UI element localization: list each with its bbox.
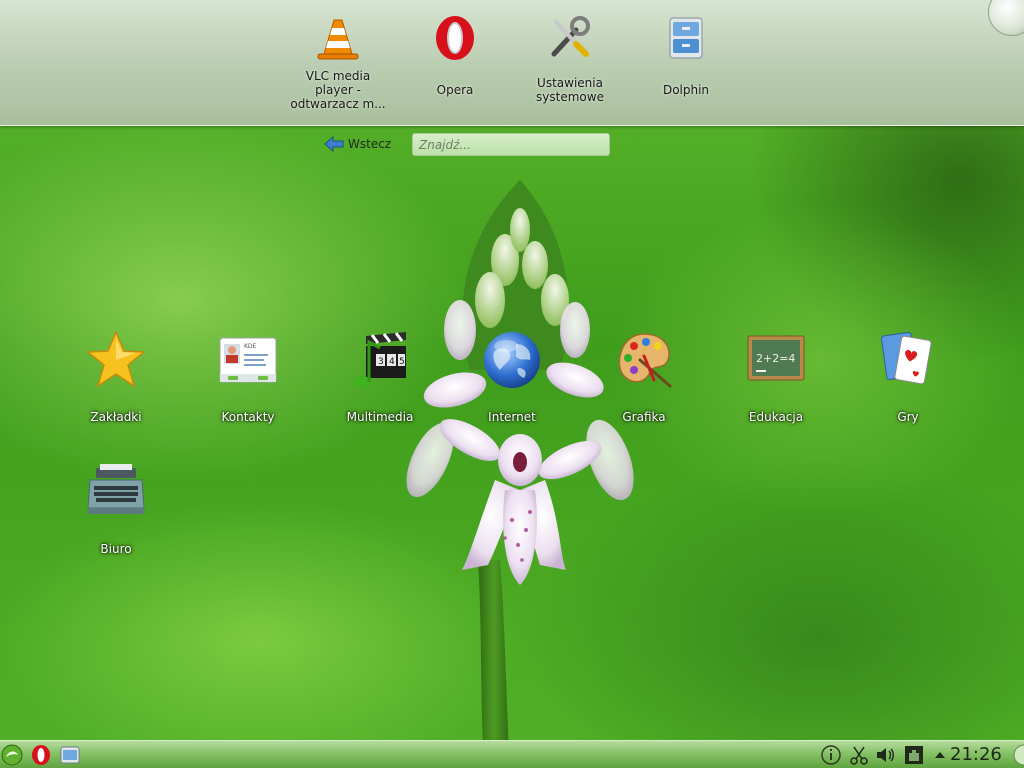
- paint-palette-icon: [618, 333, 672, 388]
- info-icon[interactable]: [820, 744, 842, 766]
- category-label: Zakładki: [90, 410, 142, 424]
- system-settings-icon: [551, 16, 590, 57]
- favorite-label-line: odtwarzacz m...: [290, 97, 386, 111]
- kde-launcher-icon[interactable]: [1, 744, 23, 766]
- category-label: Internet: [488, 410, 536, 424]
- volume-icon[interactable]: [874, 744, 896, 766]
- category-office[interactable]: Biuro: [61, 462, 171, 572]
- opera-icon[interactable]: [30, 744, 52, 766]
- category-multimedia[interactable]: 3 4 5 Multimedia: [325, 330, 435, 440]
- multimedia-clapper-icon: 3 4 5: [353, 332, 406, 388]
- category-label: Multimedia: [346, 410, 414, 424]
- globe-icon: [484, 332, 540, 388]
- favorite-dolphin[interactable]: Dolphin: [636, 12, 736, 118]
- category-contacts[interactable]: KDE Kontakty: [193, 330, 303, 440]
- back-arrow-icon: [324, 135, 344, 153]
- chalkboard-icon: 2+2=4: [747, 335, 805, 381]
- panel-toolbox-icon[interactable]: [1004, 744, 1024, 766]
- corner-toolbox-button[interactable]: [988, 0, 1024, 36]
- category-label: Kontakty: [221, 410, 275, 424]
- category-games[interactable]: Gry: [853, 330, 963, 440]
- vlc-cone-icon: [317, 19, 359, 60]
- opera-icon: [436, 16, 474, 60]
- favorite-vlc-media-player[interactable]: VLC media player - odtwarzacz m...: [288, 12, 388, 118]
- favorite-label-line: VLC media: [305, 69, 371, 83]
- favorite-system-settings[interactable]: Ustawienia systemowe: [520, 12, 620, 118]
- clapper-digit: 5: [399, 357, 405, 367]
- favorite-label-line: Dolphin: [662, 83, 710, 97]
- back-button-label: Wstecz: [348, 137, 392, 151]
- dolphin-file-manager-icon: [669, 17, 703, 59]
- favorite-label-line: player -: [315, 83, 361, 97]
- search-input[interactable]: [412, 133, 610, 156]
- category-bookmarks[interactable]: Zakładki: [61, 330, 171, 440]
- typewriter-icon: [87, 464, 145, 514]
- favorite-opera[interactable]: Opera: [405, 12, 505, 118]
- network-icon[interactable]: [903, 744, 925, 766]
- category-graphics[interactable]: Grafika: [589, 330, 699, 440]
- category-education[interactable]: 2+2=4 Edukacja: [721, 330, 831, 440]
- favorite-label-line: Opera: [436, 83, 474, 97]
- favorites-bar: VLC media player - odtwarzacz m... Opera…: [0, 0, 1024, 126]
- favorite-label-line: Ustawienia: [537, 76, 603, 90]
- taskbar-panel: 21:26: [0, 740, 1024, 768]
- category-label: Biuro: [100, 542, 132, 556]
- tray-expand-icon[interactable]: [929, 744, 951, 766]
- category-label: Gry: [897, 410, 919, 424]
- category-label: Grafika: [622, 410, 666, 424]
- chalkboard-text: 2+2=4: [756, 352, 795, 365]
- category-label: Edukacja: [748, 410, 804, 424]
- clapper-digit: 3: [378, 357, 384, 367]
- category-internet[interactable]: Internet: [457, 330, 567, 440]
- scissors-klipper-icon[interactable]: [848, 744, 870, 766]
- contacts-card-text: KDE: [244, 343, 257, 350]
- clapper-digit: 4: [389, 357, 395, 367]
- playing-cards-icon: [880, 332, 932, 385]
- star-bookmarks-icon: [86, 330, 146, 388]
- favorite-label-line: systemowe: [536, 90, 604, 104]
- back-button[interactable]: Wstecz: [324, 134, 396, 154]
- dolphin-icon[interactable]: [59, 744, 81, 766]
- clock[interactable]: 21:26: [950, 744, 1004, 766]
- contacts-card-icon: KDE: [219, 337, 277, 383]
